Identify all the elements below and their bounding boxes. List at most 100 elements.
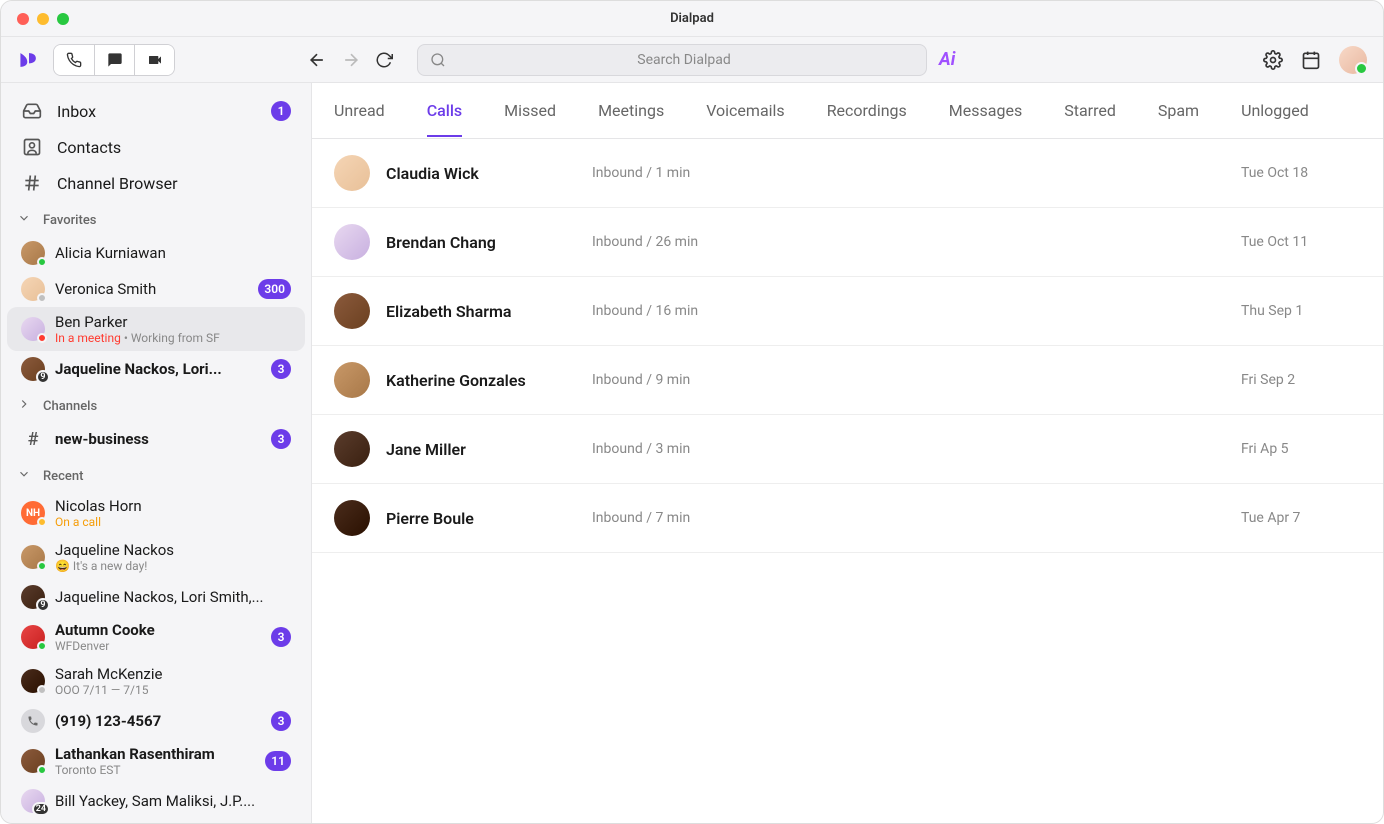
recent-item[interactable]: Sarah McKenzie OOO 7/11 — 7/15 [7,659,305,703]
recent-item[interactable]: NH Nicolas Horn On a call [7,491,305,535]
chevron-down-icon [17,467,33,485]
phone-button[interactable] [54,45,94,75]
call-name: Elizabeth Sharma [386,302,576,321]
tab-spam[interactable]: Spam [1158,85,1199,136]
back-button[interactable] [307,50,327,70]
video-button[interactable] [134,45,174,75]
call-name: Brendan Chang [386,233,576,252]
avatar [334,155,370,191]
call-row[interactable]: Claudia Wick Inbound / 1 min Tue Oct 18 [312,139,1383,208]
nav-inbox[interactable]: Inbox 1 [1,93,311,129]
call-name: Claudia Wick [386,164,576,183]
nav-label: Inbox [57,102,96,121]
call-row[interactable]: Jane Miller Inbound / 3 min Fri Ap 5 [312,415,1383,484]
tab-unlogged[interactable]: Unlogged [1241,85,1309,136]
app-logo[interactable] [17,48,41,72]
search-icon [430,52,446,68]
contact-status: Toronto EST [55,763,255,777]
contact-name: Alicia Kurniawan [55,244,291,262]
contact-name: Jaqueline Nackos, Lori... [55,360,261,378]
call-date: Tue Oct 18 [1241,165,1361,181]
contact-name: Jaqueline Nackos [55,541,291,559]
call-date: Tue Oct 11 [1241,234,1361,250]
call-detail: Inbound / 7 min [592,510,1225,526]
ai-icon[interactable]: Ai [939,49,955,70]
forward-button[interactable] [341,50,361,70]
channel-name: new-business [55,430,261,448]
favorites-header[interactable]: Favorites [1,201,311,235]
tab-voicemails[interactable]: Voicemails [706,85,784,136]
call-detail: Inbound / 16 min [592,303,1225,319]
tab-missed[interactable]: Missed [504,85,556,136]
badge: 11 [265,751,291,771]
window-close-button[interactable] [17,13,29,25]
favorite-item[interactable]: Veronica Smith 300 [7,271,305,307]
call-row[interactable]: Elizabeth Sharma Inbound / 16 min Thu Se… [312,277,1383,346]
contact-status: 😄 It's a new day! [55,559,291,573]
tab-starred[interactable]: Starred [1064,85,1116,136]
search-input[interactable] [454,52,914,68]
badge: 3 [271,359,291,379]
call-row[interactable]: Katherine Gonzales Inbound / 9 min Fri S… [312,346,1383,415]
favorite-item[interactable]: 9 Jaqueline Nackos, Lori... 3 [7,351,305,387]
call-row[interactable]: Brendan Chang Inbound / 26 min Tue Oct 1… [312,208,1383,277]
tabs: Unread Calls Missed Meetings Voicemails … [312,83,1383,139]
avatar [334,293,370,329]
nav-label: Contacts [57,138,121,157]
calls-list: Claudia Wick Inbound / 1 min Tue Oct 18 … [312,139,1383,823]
nav-badge: 1 [271,101,291,121]
favorite-item-selected[interactable]: Ben Parker In a meeting • Working from S… [7,307,305,351]
avatar [334,224,370,260]
favorite-item[interactable]: Alicia Kurniawan [7,235,305,271]
contact-name: Autumn Cooke [55,621,261,639]
recent-item[interactable]: (919) 123-4567 3 [7,703,305,739]
recent-item[interactable]: Autumn Cooke WFDenver 3 [7,615,305,659]
badge: 3 [271,429,291,449]
contact-status: On a call [55,515,291,529]
recent-item[interactable]: Jaqueline Nackos 😄 It's a new day! [7,535,305,579]
nav-channel-browser[interactable]: Channel Browser [1,165,311,201]
nav-contacts[interactable]: Contacts [1,129,311,165]
window-minimize-button[interactable] [37,13,49,25]
contact-name: Ben Parker [55,313,291,331]
recent-item[interactable]: Dan OConnell [7,819,305,823]
tab-meetings[interactable]: Meetings [598,85,664,136]
badge: 300 [258,279,291,299]
contact-status: In a meeting • Working from SF [55,331,291,345]
settings-button[interactable] [1263,50,1283,70]
calendar-button[interactable] [1301,50,1321,70]
avatar [334,500,370,536]
search-box[interactable] [417,44,927,76]
channels-header[interactable]: Channels [1,387,311,421]
tab-unread[interactable]: Unread [334,85,385,136]
call-date: Fri Sep 2 [1241,372,1361,388]
contact-name: Sarah McKenzie [55,665,291,683]
tab-calls[interactable]: Calls [427,85,462,136]
recent-item[interactable]: 9 Jaqueline Nackos, Lori Smith,... [7,579,305,615]
call-detail: Inbound / 3 min [592,441,1225,457]
section-label: Favorites [43,213,96,228]
refresh-button[interactable] [375,51,393,69]
message-button[interactable] [94,45,134,75]
user-avatar[interactable] [1339,46,1367,74]
window-maximize-button[interactable] [57,13,69,25]
call-row[interactable]: Pierre Boule Inbound / 7 min Tue Apr 7 [312,484,1383,553]
nav-label: Channel Browser [57,174,178,193]
tab-messages[interactable]: Messages [949,85,1022,136]
call-detail: Inbound / 9 min [592,372,1225,388]
section-label: Channels [43,399,97,414]
contact-name: Veronica Smith [55,280,248,298]
tab-recordings[interactable]: Recordings [827,85,907,136]
recent-item[interactable]: 24 Bill Yackey, Sam Maliksi, J.P.... [7,783,305,819]
recent-item[interactable]: Lathankan Rasenthiram Toronto EST 11 [7,739,305,783]
channel-item[interactable]: # new-business 3 [7,421,305,457]
avatar [334,431,370,467]
recent-header[interactable]: Recent [1,457,311,491]
contact-name: Jaqueline Nackos, Lori Smith,... [55,588,291,606]
titlebar: Dialpad [1,1,1383,37]
sidebar: Inbox 1 Contacts Channel Browser Favorit… [1,83,311,823]
toolbar: Ai [1,37,1383,83]
contact-name: Nicolas Horn [55,497,291,515]
call-date: Tue Apr 7 [1241,510,1361,526]
hash-icon [21,173,43,193]
